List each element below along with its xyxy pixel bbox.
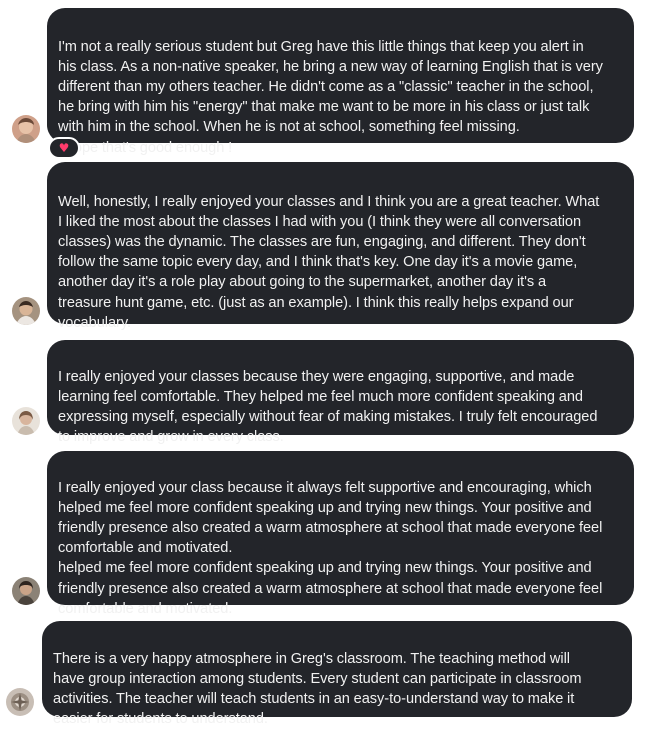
message-bubble: There is a very happy atmosphere in Greg…: [42, 621, 632, 727]
avatar[interactable]: [12, 297, 40, 325]
avatar-photo-icon: [12, 115, 40, 143]
avatar[interactable]: [6, 688, 34, 716]
heart-icon: ♥: [58, 141, 70, 155]
avatar-photo-icon: [12, 297, 40, 325]
avatar-photo-icon: [12, 407, 40, 435]
message-text: Well, honestly, I really enjoyed your cl…: [58, 194, 600, 331]
message-text: I'm not a really serious student but Gre…: [58, 39, 603, 156]
message-bubble: I really enjoyed your class because it a…: [47, 451, 634, 617]
avatar[interactable]: [12, 577, 40, 605]
avatar[interactable]: [12, 407, 40, 435]
message-bubble: I really enjoyed your classes because th…: [47, 340, 634, 445]
avatar-photo-icon: [12, 577, 40, 605]
message-text: I really enjoyed your classes because th…: [58, 369, 598, 446]
reaction-badge[interactable]: ♥: [48, 137, 80, 159]
message-bubble: I'm not a really serious student but Gre…: [47, 8, 634, 156]
message-text: There is a very happy atmosphere in Greg…: [53, 651, 582, 728]
message-bubble: Well, honestly, I really enjoyed your cl…: [47, 162, 634, 331]
avatar-photo-icon: [6, 688, 34, 716]
avatar[interactable]: [12, 115, 40, 143]
message-text: I really enjoyed your class because it a…: [58, 480, 603, 617]
